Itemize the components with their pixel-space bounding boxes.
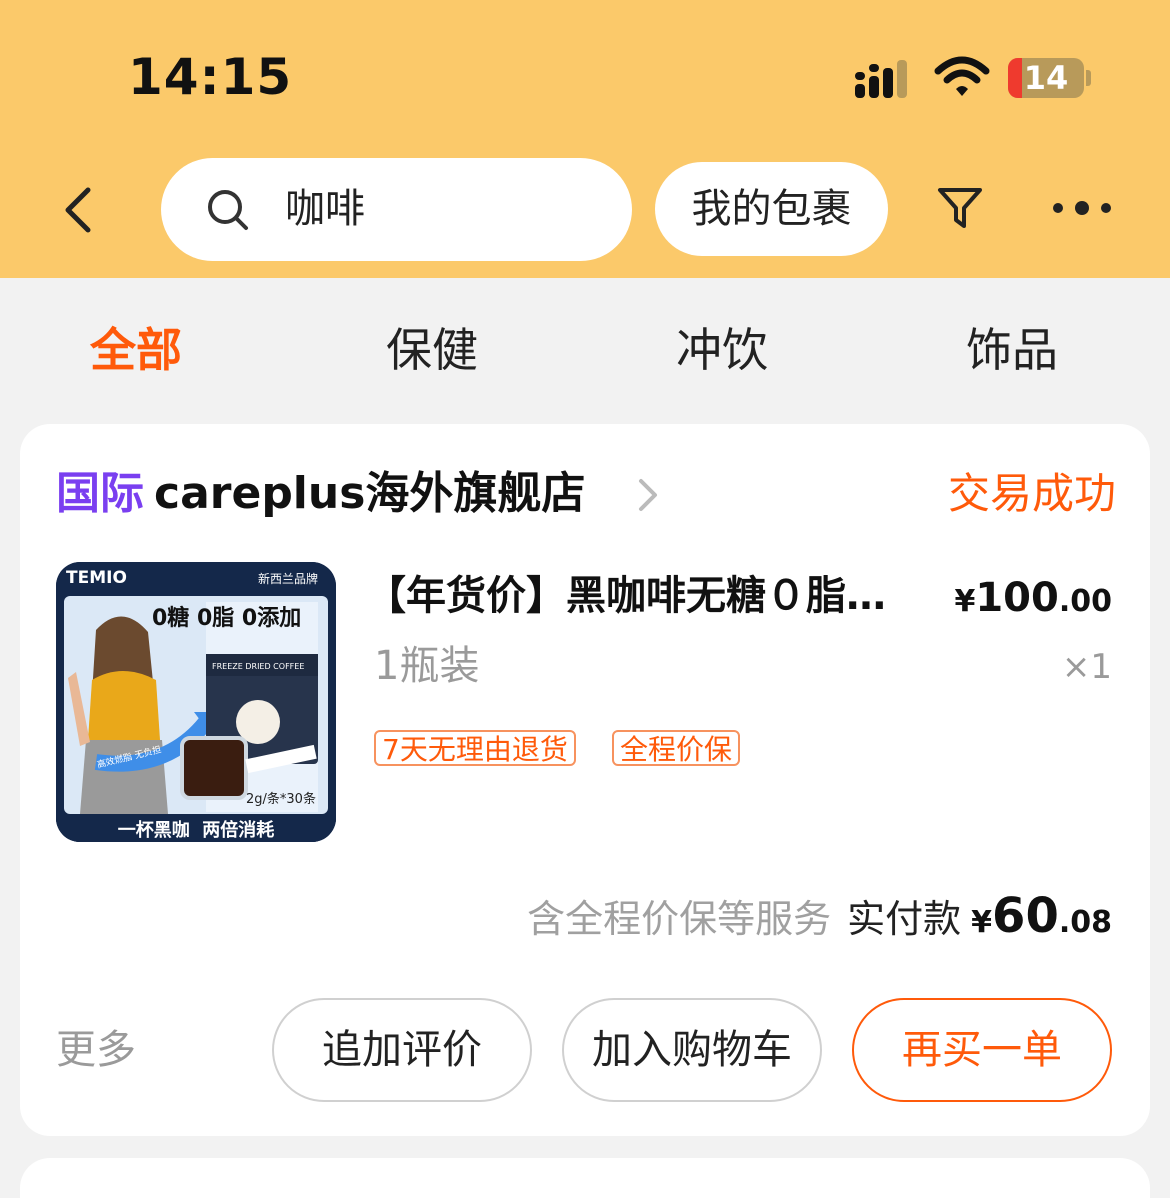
price-protection-tag: 全程价保 (612, 730, 741, 766)
image-pack-size: 2g/条*30条 (246, 792, 316, 807)
product-quantity: ×1 (1061, 647, 1112, 687)
price-integer: 100 (975, 575, 1059, 621)
search-query[interactable]: 咖啡 (285, 182, 365, 236)
payment-note: 含全程价保等服务 (527, 897, 832, 941)
product-price: ¥100.00 (954, 570, 1112, 634)
filter-icon[interactable] (936, 184, 984, 232)
order-card: 国际 careplus海外旗舰店 交易成功 TEMIO 新西兰品牌 0糖 0脂 … (20, 424, 1150, 1136)
shop-name[interactable]: careplus海外旗舰店 (154, 466, 585, 522)
more-options-icon[interactable] (1050, 196, 1114, 220)
return-policy-tag: 7天无理由退货 (374, 730, 576, 766)
buy-again-button[interactable]: 再买一单 (852, 998, 1112, 1102)
search-bar[interactable]: 咖啡 (161, 158, 632, 261)
battery-level: 14 (1023, 59, 1069, 97)
add-to-cart-button[interactable]: 加入购物车 (562, 998, 822, 1102)
wifi-icon (934, 56, 990, 96)
cellular-signal-icon (855, 60, 907, 98)
image-slogan: 一杯黑咖 两倍消耗 (117, 820, 275, 841)
battery-indicator: 14 (1008, 58, 1084, 98)
product-thumbnail[interactable]: TEMIO 新西兰品牌 0糖 0脂 0添加 FREEZE DRIED COFFE… (56, 562, 336, 842)
back-arrow-icon[interactable] (58, 186, 98, 234)
my-packages-button[interactable]: 我的包裹 (655, 162, 888, 256)
product-spec: 1瓶装 (374, 643, 480, 689)
payment-integer: 60 (992, 888, 1059, 944)
image-origin: 新西兰品牌 (258, 572, 319, 586)
battery-cap (1086, 70, 1091, 86)
category-tabs: 全部 保健 冲饮 饰品 (0, 278, 1170, 418)
payment-summary: 含全程价保等服务 实付款 ¥60.08 (527, 886, 1112, 946)
chevron-right-icon (639, 479, 657, 511)
payment-symbol: ¥ (971, 905, 993, 940)
payment-decimal: .08 (1058, 905, 1112, 940)
image-box-label: FREEZE DRIED COFFEE (212, 662, 305, 671)
tab-beverage[interactable]: 冲饮 (676, 320, 768, 380)
payment-label: 实付款 (847, 897, 962, 941)
shop-header[interactable]: 国际 careplus海外旗舰店 交易成功 (56, 464, 1116, 524)
status-time: 14:15 (128, 48, 293, 106)
add-review-button[interactable]: 追加评价 (272, 998, 532, 1102)
more-actions-link[interactable]: 更多 (56, 1022, 136, 1078)
image-brand: TEMIO (66, 568, 127, 588)
price-decimal: .00 (1058, 584, 1112, 619)
image-headline: 0糖 0脂 0添加 (152, 606, 302, 631)
order-status: 交易成功 (947, 469, 1116, 518)
price-symbol: ¥ (954, 584, 976, 619)
international-badge: 国际 (56, 468, 144, 519)
search-icon (208, 190, 248, 230)
tab-accessories[interactable]: 饰品 (966, 320, 1058, 380)
next-order-card (20, 1158, 1150, 1198)
top-header: 14:15 14 咖啡 我的包裹 (0, 0, 1170, 278)
tab-health[interactable]: 保健 (386, 320, 478, 380)
tab-all[interactable]: 全部 (90, 320, 182, 380)
product-title[interactable]: 【年货价】黑咖啡无糖０脂… (366, 568, 926, 624)
